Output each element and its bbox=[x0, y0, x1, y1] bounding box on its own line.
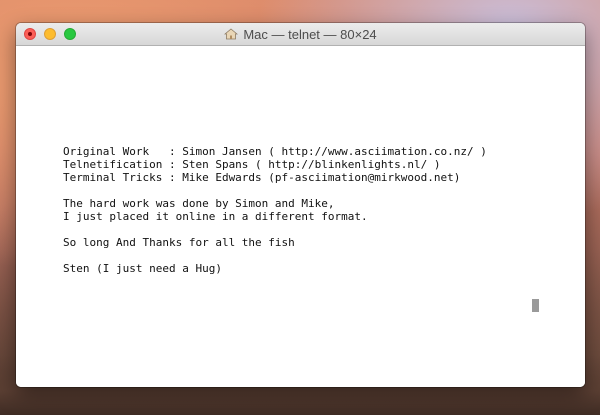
terminal-line: So long And Thanks for all the fish bbox=[63, 236, 295, 249]
terminal-window[interactable]: Mac — telnet — 80×24 Original Work : Sim… bbox=[16, 23, 585, 387]
terminal-line: I just placed it online in a different f… bbox=[63, 210, 368, 223]
house-icon bbox=[224, 28, 239, 40]
window-title-group: Mac — telnet — 80×24 bbox=[16, 23, 585, 45]
terminal-line: Telnetification : Sten Spans ( http://bl… bbox=[63, 158, 441, 171]
text-cursor bbox=[532, 299, 539, 312]
terminal-content[interactable]: Original Work : Simon Jansen ( http://ww… bbox=[16, 46, 585, 387]
terminal-line: Original Work : Simon Jansen ( http://ww… bbox=[63, 145, 487, 158]
window-title: Mac — telnet — 80×24 bbox=[243, 26, 377, 42]
terminal-line: Terminal Tricks : Mike Edwards (pf-ascii… bbox=[63, 171, 461, 184]
window-titlebar[interactable]: Mac — telnet — 80×24 bbox=[16, 23, 585, 46]
terminal-line: The hard work was done by Simon and Mike… bbox=[63, 197, 335, 210]
terminal-line: Sten (I just need a Hug) bbox=[63, 262, 222, 275]
